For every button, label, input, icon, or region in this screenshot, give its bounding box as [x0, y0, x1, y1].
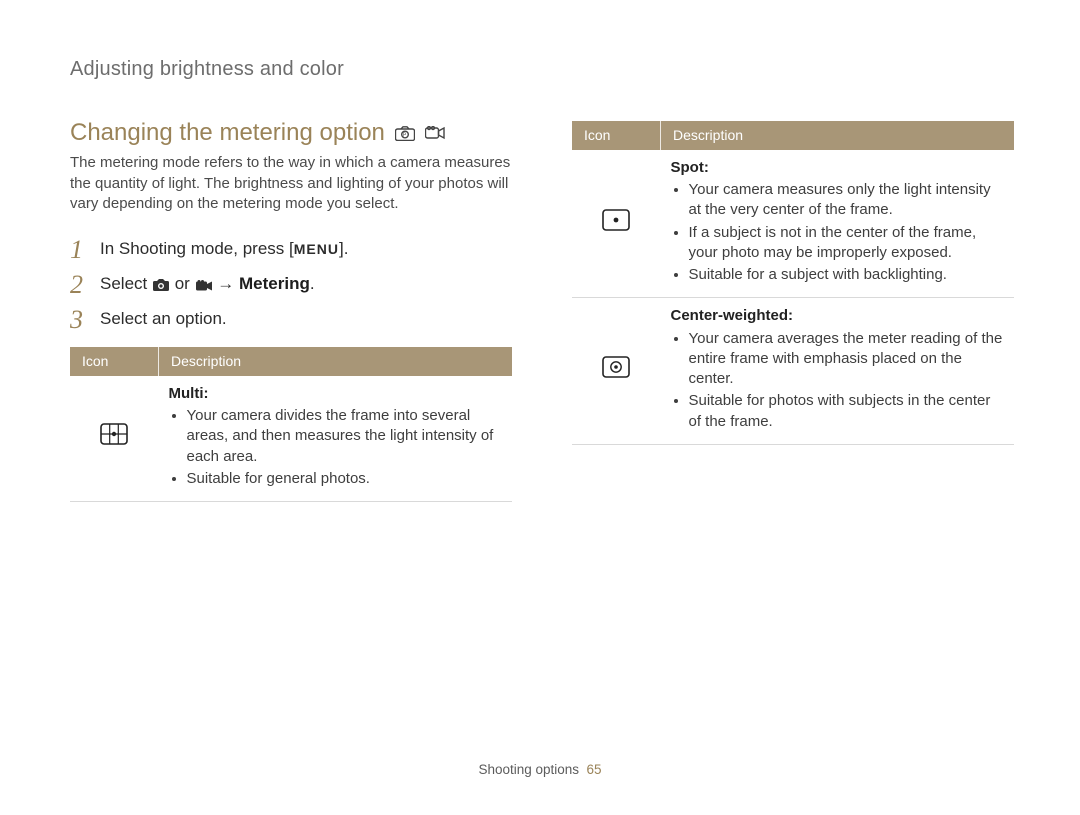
step-2-bold: Metering — [239, 274, 310, 293]
spot-title: Spot: — [671, 159, 709, 176]
video-mode-icon — [425, 126, 445, 140]
intro-paragraph: The metering mode refers to the way in w… — [70, 153, 512, 214]
th-description: Description — [159, 347, 513, 376]
camera-icon — [152, 274, 170, 293]
steps-list: In Shooting mode, press [MENU]. Select o… — [70, 232, 494, 337]
section-title-text: Changing the metering option — [70, 117, 385, 149]
spot-bullet-1: Your camera measures only the light inte… — [689, 180, 1005, 221]
step-2-text-b: or — [170, 274, 195, 293]
photo-mode-icon: P — [395, 126, 415, 141]
page-footer: Shooting options 65 — [0, 761, 1080, 779]
multi-icon — [70, 376, 159, 502]
breadcrumb: Adjusting brightness and color — [70, 56, 1014, 83]
spot-bullet-2: If a subject is not in the center of the… — [689, 223, 1005, 264]
row-spot: Spot: Your camera measures only the ligh… — [572, 150, 1014, 298]
center-title: Center-weighted: — [671, 307, 794, 324]
step-2-text-d: . — [310, 274, 315, 293]
spot-bullet-3: Suitable for a subject with backlighting… — [689, 265, 1005, 285]
center-weighted-icon — [572, 298, 661, 445]
multi-bullet-2: Suitable for general photos. — [187, 469, 503, 489]
th-icon-r: Icon — [572, 121, 661, 150]
step-2: Select or → Metering. — [70, 267, 494, 302]
footer-page-number: 65 — [587, 762, 602, 777]
spot-icon — [572, 150, 661, 298]
step-2-arrow: → — [213, 274, 239, 293]
left-column: Changing the metering option P — [70, 117, 512, 502]
multi-title: Multi: — [169, 385, 209, 402]
step-1-text-b: ]. — [339, 239, 348, 258]
two-column-layout: Changing the metering option P — [70, 117, 1014, 502]
th-icon: Icon — [70, 347, 159, 376]
options-table-left: Icon Description — [70, 347, 512, 502]
manual-page: Adjusting brightness and color Changing … — [0, 0, 1080, 815]
th-description-r: Description — [661, 121, 1015, 150]
multi-bullet-1: Your camera divides the frame into sever… — [187, 406, 503, 467]
menu-button-label: MENU — [294, 241, 339, 257]
footer-section: Shooting options — [478, 762, 579, 777]
row-multi: Multi: Your camera divides the frame int… — [70, 376, 512, 502]
options-table-right: Icon Description Spot: — [572, 121, 1014, 445]
center-bullet-1: Your camera averages the meter reading o… — [689, 329, 1005, 390]
step-1-text-a: In Shooting mode, press [ — [100, 239, 294, 258]
right-column: Icon Description Spot: — [572, 117, 1014, 502]
step-3: Select an option. — [70, 302, 494, 337]
center-weighted-description: Center-weighted: Your camera averages th… — [661, 298, 1015, 445]
multi-description: Multi: Your camera divides the frame int… — [159, 376, 513, 502]
center-bullet-2: Suitable for photos with subjects in the… — [689, 391, 1005, 432]
step-1: In Shooting mode, press [MENU]. — [70, 232, 494, 267]
videocam-icon — [195, 274, 213, 293]
spot-description: Spot: Your camera measures only the ligh… — [661, 150, 1015, 298]
step-2-text-a: Select — [100, 274, 152, 293]
section-title: Changing the metering option P — [70, 117, 512, 149]
row-center-weighted: Center-weighted: Your camera averages th… — [572, 298, 1014, 445]
step-3-text: Select an option. — [100, 309, 227, 328]
